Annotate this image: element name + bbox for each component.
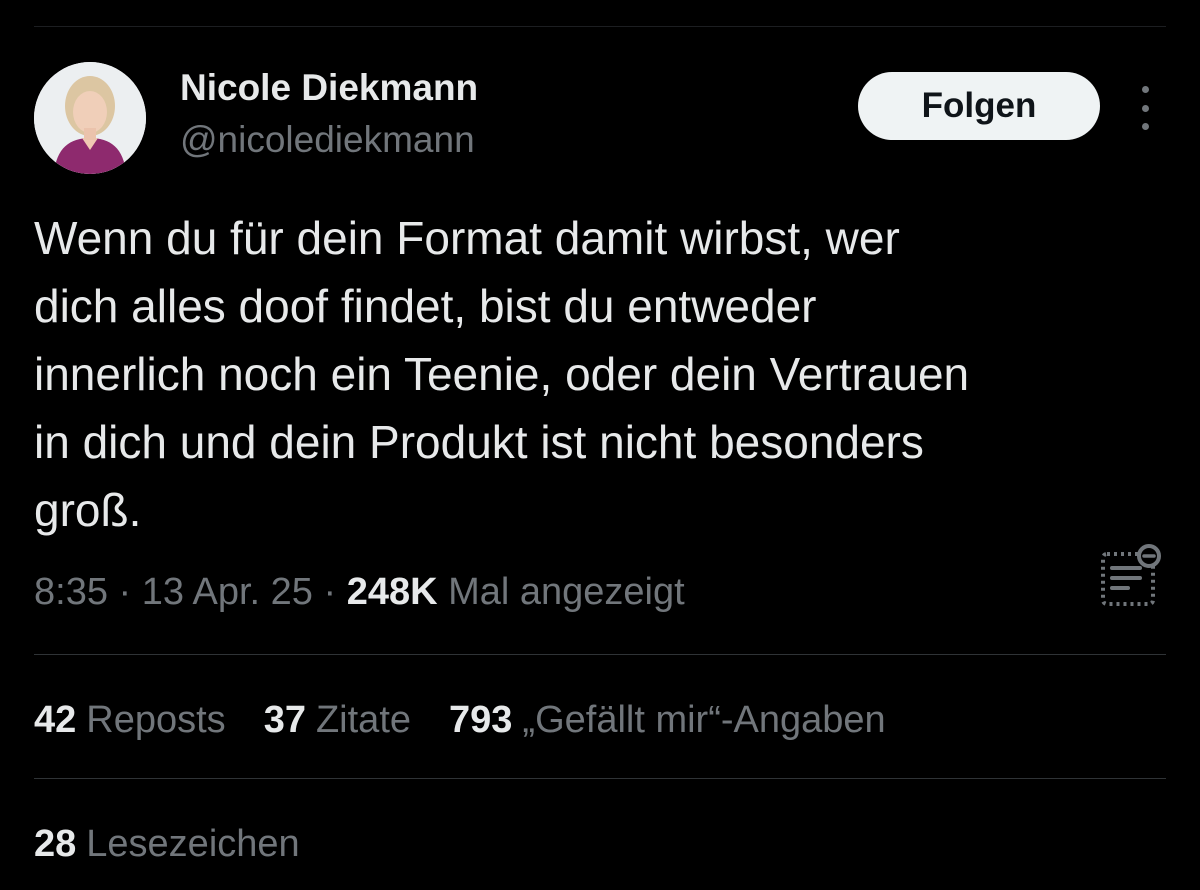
user-handle[interactable]: @nicolediekmann: [180, 116, 475, 164]
tweet-text-line: groß.: [34, 484, 142, 536]
likes-label: „Gefällt mir“-Angaben: [522, 699, 886, 741]
more-vertical-icon[interactable]: [1132, 86, 1158, 130]
views-count: 248K: [346, 571, 438, 613]
bookmarks-stat[interactable]: 28 Lesezeichen: [34, 818, 300, 870]
quotes-count: 37: [263, 699, 306, 741]
tweet-time[interactable]: 8:35: [34, 571, 108, 613]
tweet-meta: 8:35 · 13 Apr. 25 · 248K Mal angezeigt: [34, 566, 685, 618]
divider: [34, 654, 1166, 655]
tweet-text: Wenn du für dein Format damit wirbst, we…: [34, 204, 1174, 544]
top-divider: [34, 26, 1166, 27]
avatar-photo: [34, 62, 146, 174]
meta-separator: ·: [323, 571, 337, 613]
meta-separator: ·: [118, 571, 132, 613]
views-label: Mal angezeigt: [448, 571, 685, 613]
post-analytics-icon[interactable]: [1098, 544, 1164, 610]
tweet-text-line: dich alles doof findet, bist du entweder: [34, 280, 817, 332]
avatar[interactable]: [34, 62, 146, 174]
tweet-text-line: innerlich noch ein Teenie, oder dein Ver…: [34, 348, 970, 400]
bookmarks-count: 28: [34, 823, 77, 865]
quotes-stat[interactable]: 37 Zitate: [264, 694, 411, 746]
likes-count: 793: [449, 699, 513, 741]
reposts-label: Reposts: [86, 699, 226, 741]
tweet-date[interactable]: 13 Apr. 25: [142, 571, 313, 613]
reposts-stat[interactable]: 42 Reposts: [34, 694, 226, 746]
tweet-text-line: Wenn du für dein Format damit wirbst, we…: [34, 212, 900, 264]
quotes-label: Zitate: [315, 699, 412, 741]
likes-stat[interactable]: 793 „Gefällt mir“-Angaben: [449, 694, 886, 746]
tweet-text-line: in dich und dein Produkt ist nicht beson…: [34, 416, 924, 468]
follow-button[interactable]: Folgen: [858, 72, 1100, 140]
engagement-stats: 42 Reposts 37 Zitate 793 „Gefällt mir“-Anga…: [34, 694, 886, 746]
display-name[interactable]: Nicole Diekmann: [180, 64, 478, 112]
reposts-count: 42: [34, 699, 77, 741]
bookmarks-label: Lesezeichen: [86, 823, 300, 865]
divider: [34, 778, 1166, 779]
